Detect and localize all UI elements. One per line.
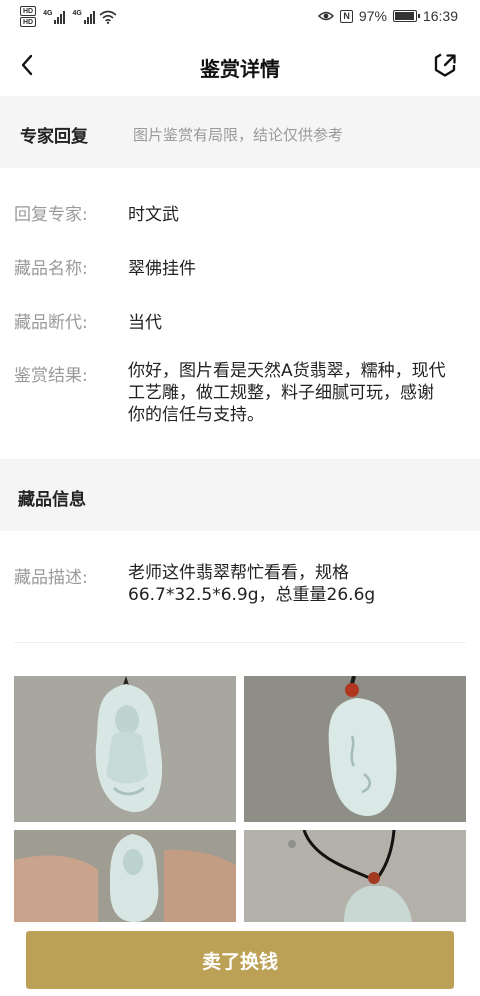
item-description: 老师这件翡翠帮忙看看，规格66.7*32.5*6.9g，总重量26.6g <box>128 563 376 605</box>
photo-jade-in-hand[interactable] <box>14 830 236 922</box>
expert-label: 回复专家: <box>14 205 88 225</box>
description-label: 藏品描述: <box>14 568 88 588</box>
status-bar: HD HD 4G 4G N 97% 16:39 <box>0 0 480 36</box>
share-icon <box>434 53 456 77</box>
status-right: N 97% 16:39 <box>318 8 458 24</box>
photo-jade-back[interactable] <box>244 676 466 822</box>
bottom-action-bar: 卖了换钱 <box>0 922 480 996</box>
signal-icon: 4G <box>72 10 95 24</box>
photo-jade-on-cord[interactable] <box>244 830 466 922</box>
divider <box>14 642 466 643</box>
clock: 16:39 <box>422 8 458 24</box>
status-left: HD HD 4G 4G <box>20 6 117 27</box>
expert-name: 时文武 <box>128 205 179 225</box>
dating-label: 藏品断代: <box>14 313 88 333</box>
eye-icon <box>318 11 335 21</box>
item-name: 翠佛挂件 <box>128 259 196 279</box>
hd-icon: HD HD <box>20 6 37 27</box>
wifi-icon <box>99 10 117 24</box>
section-title: 专家回复 <box>20 127 88 147</box>
item-name-label: 藏品名称: <box>14 259 88 279</box>
expert-reply-header: 专家回复 图片鉴赏有局限，结论仅供参考 <box>0 96 480 168</box>
battery-percent: 97% <box>358 8 387 24</box>
page-title: 鉴赏详情 <box>200 57 280 81</box>
item-dating: 当代 <box>128 313 162 333</box>
appraisal-result: 你好，图片看是天然A货翡翠，糯种，现代工艺雕，做工规整，料子细腻可玩，感谢你的信… <box>128 361 446 425</box>
battery-fill <box>394 12 415 20</box>
share-button[interactable] <box>430 50 460 80</box>
collection-info-header: 藏品信息 <box>0 459 480 531</box>
back-button[interactable] <box>12 50 42 80</box>
disclaimer-note: 图片鉴赏有局限，结论仅供参考 <box>133 126 344 144</box>
photo-jade-front[interactable] <box>14 676 236 822</box>
sell-button[interactable]: 卖了换钱 <box>26 931 454 989</box>
result-label: 鉴赏结果: <box>14 366 88 386</box>
signal-icon: 4G <box>43 10 66 24</box>
battery-icon <box>392 10 420 22</box>
nav-bar: 鉴赏详情 <box>0 36 480 96</box>
nfc-icon: N <box>340 9 353 23</box>
section-title: 藏品信息 <box>18 490 86 510</box>
chevron-left-icon <box>21 54 33 76</box>
